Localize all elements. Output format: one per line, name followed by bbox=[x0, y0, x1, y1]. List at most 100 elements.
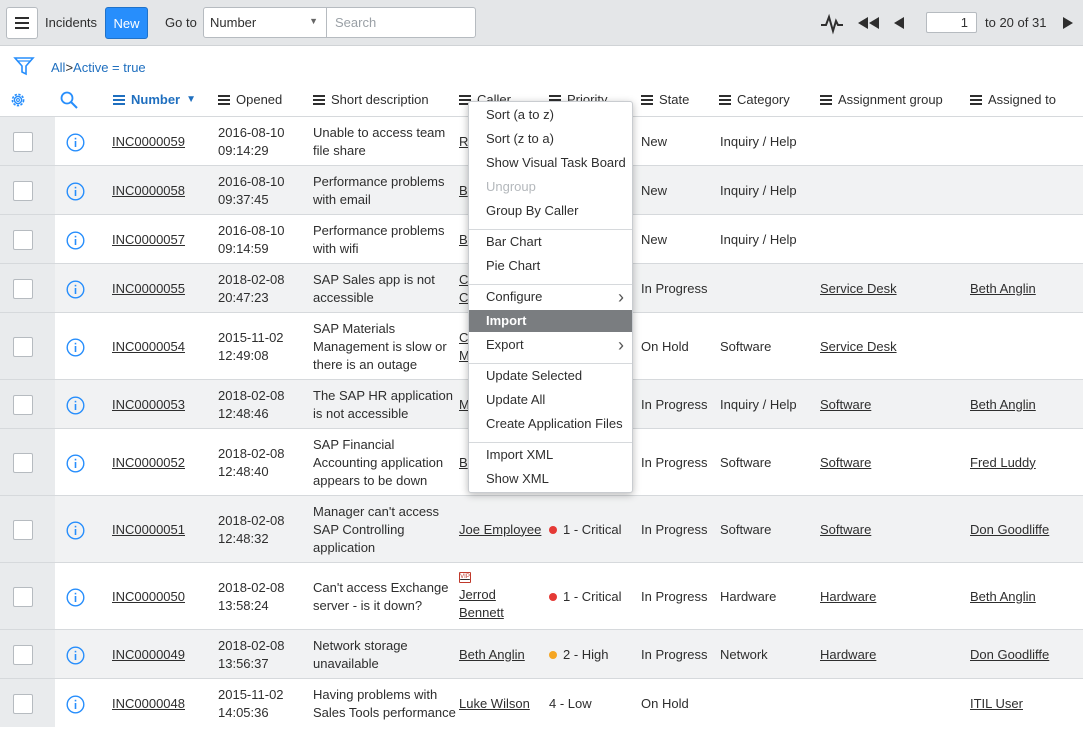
context-menu-item-show-xml[interactable]: Show XML bbox=[469, 468, 632, 490]
column-menu-icon[interactable] bbox=[113, 94, 125, 105]
incident-number-link[interactable]: INC0000057 bbox=[112, 231, 185, 249]
context-menu-item-update-selected[interactable]: Update Selected bbox=[469, 365, 632, 387]
row-checkbox[interactable] bbox=[13, 278, 33, 299]
activity-pulse-icon[interactable] bbox=[820, 11, 844, 35]
context-menu-item-import[interactable]: Import bbox=[469, 310, 632, 332]
info-icon[interactable] bbox=[66, 181, 85, 201]
assigned-to-link[interactable]: Don Goodliffe bbox=[970, 521, 1049, 539]
incident-number-link[interactable]: INC0000052 bbox=[112, 454, 185, 472]
incident-number-link[interactable]: INC0000051 bbox=[112, 521, 185, 539]
info-icon[interactable] bbox=[66, 230, 85, 250]
assignment-group-link[interactable]: Service Desk bbox=[820, 338, 897, 356]
row-checkbox[interactable] bbox=[13, 693, 33, 714]
info-icon[interactable] bbox=[66, 337, 85, 357]
search-icon[interactable] bbox=[59, 90, 79, 110]
context-menu-item-group-by-caller[interactable]: Group By Caller bbox=[469, 200, 632, 222]
row-checkbox[interactable] bbox=[13, 586, 33, 607]
column-header-state[interactable]: State bbox=[641, 92, 689, 107]
breadcrumb-all[interactable]: All bbox=[51, 60, 65, 75]
page-number-input[interactable] bbox=[926, 12, 977, 33]
column-menu-icon[interactable] bbox=[218, 94, 230, 105]
info-icon[interactable] bbox=[66, 587, 85, 607]
table-row[interactable]: INC0000048 2015-11-02 14:05:36 Having probl… bbox=[0, 678, 1083, 727]
context-menu-item-import-xml[interactable]: Import XML bbox=[469, 444, 632, 466]
context-menu-item-sort-a-to-z[interactable]: Sort (a to z) bbox=[469, 104, 632, 126]
context-menu-item-pie-chart[interactable]: Pie Chart bbox=[469, 255, 632, 277]
caller-link[interactable]: CC bbox=[459, 271, 468, 307]
assigned-to-link[interactable]: Beth Anglin bbox=[970, 280, 1036, 298]
first-page-icon[interactable] bbox=[856, 15, 880, 31]
incident-number-link[interactable]: INC0000058 bbox=[112, 182, 185, 200]
info-icon[interactable] bbox=[66, 395, 85, 415]
list-menu-button[interactable] bbox=[6, 7, 38, 39]
assignment-group-link[interactable]: Software bbox=[820, 454, 871, 472]
table-row[interactable]: INC0000050 2018-02-08 13:58:24 Can't access… bbox=[0, 562, 1083, 629]
context-menu-item-show-visual-task-board[interactable]: Show Visual Task Board bbox=[469, 152, 632, 174]
column-header-category[interactable]: Category bbox=[719, 92, 790, 107]
row-checkbox[interactable] bbox=[13, 131, 33, 152]
info-icon[interactable] bbox=[66, 132, 85, 152]
gear-icon[interactable] bbox=[9, 91, 27, 109]
incident-number-link[interactable]: INC0000059 bbox=[112, 133, 185, 151]
context-menu-item-configure[interactable]: Configure › bbox=[469, 286, 632, 308]
context-menu-item-update-all[interactable]: Update All bbox=[469, 389, 632, 411]
row-checkbox[interactable] bbox=[13, 452, 33, 473]
caller-link[interactable]: R bbox=[459, 133, 468, 151]
assigned-to-link[interactable]: Beth Anglin bbox=[970, 588, 1036, 606]
column-header-assignment-group[interactable]: Assignment group bbox=[820, 92, 943, 107]
assignment-group-link[interactable]: Software bbox=[820, 396, 871, 414]
column-menu-icon[interactable] bbox=[719, 94, 731, 105]
assignment-group-link[interactable]: Hardware bbox=[820, 588, 876, 606]
info-icon[interactable] bbox=[66, 645, 85, 665]
next-page-icon[interactable] bbox=[1062, 15, 1074, 31]
caller-link[interactable]: B bbox=[459, 182, 468, 200]
caller-link[interactable]: B bbox=[459, 454, 468, 472]
context-menu-item-sort-z-to-a[interactable]: Sort (z to a) bbox=[469, 128, 632, 150]
context-menu-item-create-application-files[interactable]: Create Application Files bbox=[469, 413, 632, 435]
assigned-to-link[interactable]: Don Goodliffe bbox=[970, 646, 1049, 664]
column-menu-icon[interactable] bbox=[970, 94, 982, 105]
caller-link[interactable]: Joe Employee bbox=[459, 521, 541, 539]
column-header-number[interactable]: Number ▼ bbox=[113, 92, 196, 107]
incident-number-link[interactable]: INC0000049 bbox=[112, 646, 185, 664]
caller-link[interactable]: Luke Wilson bbox=[459, 695, 530, 713]
row-checkbox[interactable] bbox=[13, 180, 33, 201]
incident-number-link[interactable]: INC0000054 bbox=[112, 338, 185, 356]
context-menu-item-bar-chart[interactable]: Bar Chart bbox=[469, 231, 632, 253]
incident-number-link[interactable]: INC0000053 bbox=[112, 396, 185, 414]
column-header-opened[interactable]: Opened bbox=[218, 92, 282, 107]
search-input[interactable] bbox=[326, 7, 476, 38]
previous-page-icon[interactable] bbox=[893, 15, 905, 31]
row-checkbox[interactable] bbox=[13, 336, 33, 357]
column-header-assigned-to[interactable]: Assigned to bbox=[970, 92, 1056, 107]
column-header-short-description[interactable]: Short description bbox=[313, 92, 429, 107]
assigned-to-link[interactable]: Beth Anglin bbox=[970, 396, 1036, 414]
column-menu-icon[interactable] bbox=[820, 94, 832, 105]
assigned-to-link[interactable]: ITIL User bbox=[970, 695, 1023, 713]
row-checkbox[interactable] bbox=[13, 644, 33, 665]
info-icon[interactable] bbox=[66, 520, 85, 540]
info-icon[interactable] bbox=[66, 453, 85, 473]
new-button[interactable]: New bbox=[105, 7, 148, 39]
info-icon[interactable] bbox=[66, 694, 85, 714]
assignment-group-link[interactable]: Hardware bbox=[820, 646, 876, 664]
table-row[interactable]: INC0000049 2018-02-08 13:56:37 Network stor… bbox=[0, 629, 1083, 678]
info-icon[interactable] bbox=[66, 279, 85, 299]
row-checkbox[interactable] bbox=[13, 229, 33, 250]
assignment-group-link[interactable]: Software bbox=[820, 521, 871, 539]
table-row[interactable]: INC0000051 2018-02-08 12:48:32 Manager can'… bbox=[0, 495, 1083, 562]
column-menu-icon[interactable] bbox=[313, 94, 325, 105]
column-menu-icon[interactable] bbox=[641, 94, 653, 105]
assigned-to-link[interactable]: Fred Luddy bbox=[970, 454, 1036, 472]
filter-icon[interactable] bbox=[13, 55, 35, 77]
context-menu-item-export[interactable]: Export › bbox=[469, 334, 632, 356]
goto-field-select[interactable]: Number ▼ bbox=[203, 7, 327, 38]
incident-number-link[interactable]: INC0000055 bbox=[112, 280, 185, 298]
caller-link[interactable]: VIP Jerrod Bennett bbox=[459, 571, 504, 622]
caller-link[interactable]: B bbox=[459, 231, 468, 249]
assignment-group-link[interactable]: Service Desk bbox=[820, 280, 897, 298]
breadcrumb-condition[interactable]: Active = true bbox=[73, 60, 146, 75]
incident-number-link[interactable]: INC0000050 bbox=[112, 588, 185, 606]
row-checkbox[interactable] bbox=[13, 394, 33, 415]
row-checkbox[interactable] bbox=[13, 519, 33, 540]
